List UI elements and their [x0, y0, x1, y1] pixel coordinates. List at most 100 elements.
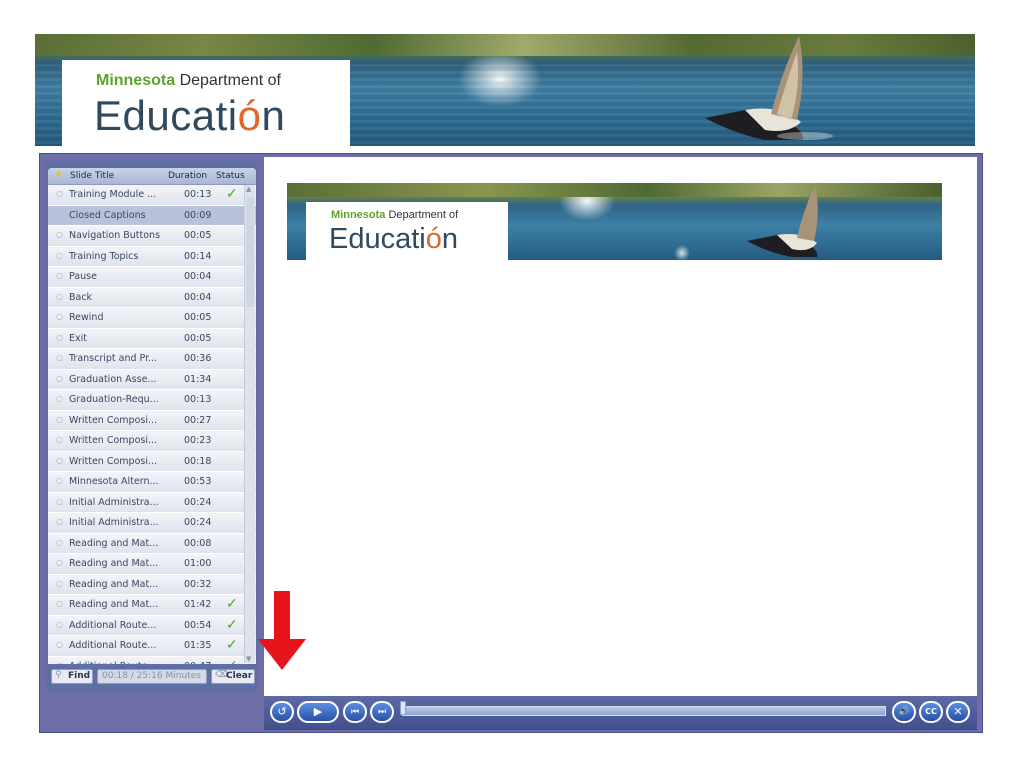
- bullet-icon: ○: [56, 517, 63, 526]
- outline-row[interactable]: ○ Initial Administra... 00:24: [48, 492, 256, 513]
- bullet-icon: ○: [56, 189, 63, 198]
- slide-duration: 00:53: [184, 476, 212, 487]
- search-icon: ⚲: [55, 670, 62, 680]
- slide-loon-image: [747, 185, 818, 257]
- slide-duration: 00:09: [184, 209, 212, 221]
- previous-slide-button[interactable]: ⏮: [343, 701, 367, 723]
- slide-duration: 01:00: [184, 558, 212, 569]
- slide-title: Training Topics: [69, 250, 139, 262]
- column-status: Status: [216, 171, 245, 181]
- outline-row[interactable]: ○ Navigation Buttons 00:05: [48, 226, 256, 247]
- bullet-icon: ○: [56, 578, 63, 588]
- outline-row[interactable]: ○ Exit 00:05: [48, 328, 256, 349]
- outline-row[interactable]: ○ Rewind 00:05: [48, 308, 256, 329]
- outline-row[interactable]: ○ Pause 00:04: [48, 267, 256, 288]
- outline-row[interactable]: ○ Initial Administra... 00:24: [48, 513, 256, 534]
- checkmark-icon: ✓: [226, 658, 238, 665]
- slide-mde-logo: Minnesota Department of Educatión: [306, 202, 508, 260]
- logo-education-word: Educatión: [94, 92, 286, 139]
- slide-title: Minnesota Altern...: [69, 476, 159, 487]
- slide-title: Additional Route...: [69, 619, 157, 631]
- outline-row[interactable]: ○ Training Topics 00:14: [48, 246, 256, 267]
- slide-title: Transcript and Pr...: [69, 353, 158, 364]
- bullet-icon: ○: [56, 394, 63, 403]
- progress-bar[interactable]: [402, 706, 886, 716]
- slide-duration: 00:05: [184, 230, 212, 241]
- cc-label: CC: [925, 707, 937, 716]
- outline-row[interactable]: ○ Written Composi... 00:23: [48, 431, 256, 452]
- outline-row[interactable]: ○ Reading and Mat... 01:00: [48, 554, 256, 575]
- slide-title: Written Composi...: [69, 435, 158, 446]
- column-slide-title: Slide Title: [70, 171, 115, 181]
- outline-row[interactable]: ○ Graduation-Requ... 00:13: [48, 390, 256, 411]
- outline-row[interactable]: ○ Minnesota Altern... 00:53: [48, 472, 256, 493]
- scroll-up-icon[interactable]: ▲: [246, 185, 251, 193]
- clear-button[interactable]: ⌫ Clear: [211, 669, 255, 684]
- exit-button[interactable]: ✕: [946, 701, 970, 723]
- slide-duration: 01:35: [184, 640, 212, 651]
- outline-row[interactable]: ○ Training Module ... 00:13 ✓: [48, 185, 256, 206]
- slide-title: Reading and Mat...: [69, 578, 159, 590]
- slide-duration: 00:04: [184, 271, 212, 282]
- bullet-icon: ○: [56, 558, 63, 567]
- bullet-icon: ○: [56, 373, 63, 383]
- slide-logo-education-word: Educatión: [329, 223, 459, 255]
- scroll-down-icon[interactable]: ▼: [246, 655, 251, 663]
- slide-title: Initial Administra...: [69, 496, 159, 508]
- outline-scrollbar[interactable]: ▲ ▼: [244, 185, 255, 663]
- slide-duration: 00:05: [184, 332, 212, 344]
- checkmark-icon: ✓: [226, 186, 238, 202]
- outline-row[interactable]: ○ Additional Route... 00:47 ✓: [48, 656, 256, 665]
- slide-duration: 00:13: [184, 189, 212, 200]
- outline-header: ★ Slide Title Duration Status: [48, 168, 256, 185]
- bullet-icon: ○: [56, 476, 63, 485]
- slide-duration: 00:27: [184, 414, 212, 426]
- progress-handle[interactable]: [400, 701, 406, 715]
- replay-button[interactable]: ↺: [270, 701, 294, 723]
- outline-row[interactable]: ○ Written Composi... 00:18: [48, 451, 256, 472]
- outline-row[interactable]: ○ Reading and Mat... 00:08: [48, 533, 256, 554]
- slide-duration: 00:47: [184, 661, 211, 665]
- outline-row[interactable]: ○ Reading and Mat... 01:42 ✓: [48, 595, 256, 616]
- checkmark-icon: ✓: [226, 596, 238, 612]
- slide-title: Initial Administra...: [69, 517, 159, 528]
- find-button[interactable]: ⚲ Find: [51, 669, 93, 684]
- outline-row[interactable]: ○ Additional Route... 01:35 ✓: [48, 636, 256, 657]
- outline-row[interactable]: ○ Transcript and Pr... 00:36: [48, 349, 256, 370]
- bullet-icon: ○: [56, 414, 63, 424]
- mde-logo: Minnesota Department of Educatión: [62, 60, 350, 146]
- slide-title: Additional Route...: [69, 640, 157, 651]
- slide-duration: 01:42: [184, 599, 212, 610]
- outline-row[interactable]: ○ Graduation Asse... 01:34: [48, 369, 256, 390]
- bullet-icon: ○: [56, 661, 63, 665]
- outline-row[interactable]: ○ Additional Route... 00:54 ✓: [48, 615, 256, 636]
- bullet-icon: ○: [56, 455, 63, 465]
- loon-image: [705, 36, 833, 140]
- play-button[interactable]: ▶: [297, 701, 339, 723]
- slide-title: Closed Captions: [69, 209, 146, 221]
- outline-row[interactable]: ○ Reading and Mat... 00:32: [48, 574, 256, 595]
- slide-outline-list: ★ Slide Title Duration Status ○ Training …: [48, 168, 256, 664]
- slide-duration: 00:54: [184, 619, 212, 631]
- slide-duration: 00:05: [184, 312, 212, 323]
- outline-row[interactable]: Closed Captions 00:09: [48, 205, 256, 226]
- close-icon: ✕: [953, 705, 963, 718]
- elapsed-time-display: 00:18 / 25:16 Minutes: [97, 669, 207, 684]
- outline-row[interactable]: ○ Written Composi... 00:27: [48, 410, 256, 431]
- audio-button[interactable]: 🔊: [892, 701, 916, 723]
- outline-row[interactable]: ○ Back 00:04: [48, 287, 256, 308]
- slide-duration: 00:23: [184, 435, 212, 446]
- slide-duration: 00:14: [184, 250, 212, 262]
- speaker-icon: 🔊: [898, 707, 910, 717]
- slide-logo-agency-line: Minnesota Department of: [331, 209, 459, 221]
- closed-captions-button[interactable]: CC: [919, 701, 943, 723]
- slide-apple-icon: ó: [425, 223, 442, 255]
- slide-title: Reading and Mat...: [69, 599, 159, 610]
- slide-duration: 00:04: [184, 291, 212, 303]
- next-slide-button[interactable]: ⏭: [370, 701, 394, 723]
- checkmark-icon: ✓: [226, 637, 238, 653]
- outline-rows: ○ Training Module ... 00:13 ✓ Closed Caption…: [48, 185, 256, 664]
- scroll-thumb[interactable]: [246, 197, 254, 307]
- slide-title: Written Composi...: [69, 455, 158, 467]
- slide-title: Reading and Mat...: [69, 558, 159, 569]
